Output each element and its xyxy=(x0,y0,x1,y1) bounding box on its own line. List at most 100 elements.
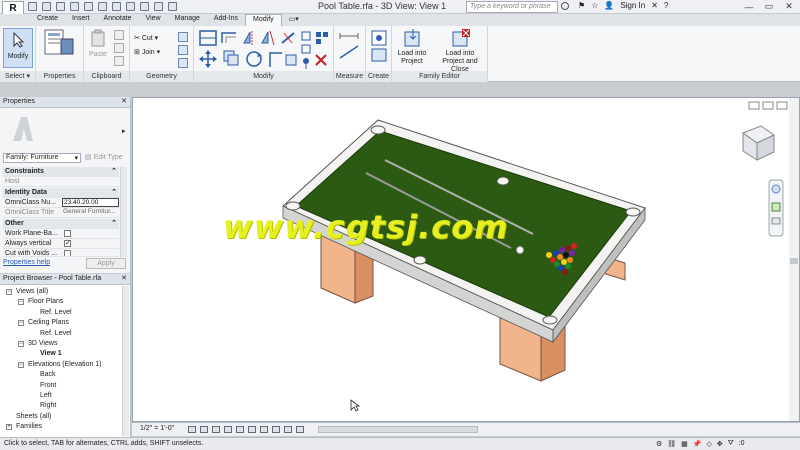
offset-icon[interactable] xyxy=(221,32,236,43)
cut-clipboard-icon[interactable] xyxy=(114,43,124,53)
save-icon[interactable] xyxy=(42,2,51,11)
scale-icon[interactable] xyxy=(301,31,311,54)
cut-geometry-button[interactable]: ✂ Cut ▾ xyxy=(134,34,158,42)
join-geometry-button[interactable]: ⊞ Join ▾ xyxy=(134,48,160,56)
view-cube[interactable] xyxy=(741,125,775,161)
shadows-icon[interactable] xyxy=(224,426,232,433)
detail-level-icon[interactable] xyxy=(188,426,196,433)
help-icon[interactable]: ? xyxy=(664,1,668,10)
omniclass-number-field[interactable]: 23.40.20.00 xyxy=(62,198,119,207)
maximize-button[interactable]: ▭ xyxy=(760,0,778,13)
tree-item[interactable]: View 1 xyxy=(40,350,62,357)
trim-icon[interactable] xyxy=(269,52,282,67)
lock-view-icon[interactable] xyxy=(272,426,280,433)
tree-item[interactable]: 3D Views xyxy=(28,340,57,347)
drag-elements-icon[interactable]: ✥ xyxy=(717,440,723,448)
visual-style-icon[interactable] xyxy=(200,426,208,433)
select-links-icon[interactable]: ⛓ xyxy=(667,440,676,448)
category-identity-data[interactable]: Identity Data ⌃ xyxy=(3,188,119,198)
browser-scrollbar[interactable] xyxy=(122,286,129,436)
select-pinned-icon[interactable]: 📌 xyxy=(693,440,702,448)
crop-view-icon[interactable] xyxy=(248,426,256,433)
tab-insert[interactable]: Insert xyxy=(65,14,97,26)
tab-options-dropdown[interactable]: ▭▾ xyxy=(282,14,306,26)
properties-help-link[interactable]: Properties help xyxy=(3,259,50,266)
modify-button[interactable]: Modify xyxy=(3,28,33,68)
load-into-project-button[interactable]: Load into Project xyxy=(394,27,430,69)
delete-icon[interactable] xyxy=(315,54,327,66)
tab-view[interactable]: View xyxy=(139,14,168,26)
move-icon[interactable] xyxy=(199,50,217,68)
sign-in-link[interactable]: Sign In xyxy=(620,1,645,10)
type-scroll-icon[interactable]: ▸ xyxy=(122,127,126,135)
tree-item[interactable]: Families xyxy=(16,423,42,430)
mirror-draw-icon[interactable] xyxy=(261,30,275,46)
tree-expander[interactable]: − xyxy=(18,361,24,368)
close-properties-icon[interactable]: ✕ xyxy=(121,97,127,105)
category-constraints[interactable]: Constraints ⌃ xyxy=(3,167,119,177)
tab-manage[interactable]: Manage xyxy=(168,14,207,26)
close-button[interactable]: ✕ xyxy=(780,0,798,13)
show-crop-icon[interactable] xyxy=(260,426,268,433)
tab-modify[interactable]: Modify xyxy=(245,14,282,26)
tree-expander[interactable]: − xyxy=(18,299,24,306)
tree-item[interactable]: Views (all) xyxy=(16,288,48,295)
3d-view-icon[interactable] xyxy=(126,2,135,11)
paint-icon[interactable] xyxy=(178,45,188,55)
tree-expander[interactable]: + xyxy=(6,424,12,431)
print-icon[interactable] xyxy=(84,2,93,11)
undo-icon[interactable] xyxy=(56,2,65,11)
tree-item[interactable]: Sheets (all) xyxy=(16,413,51,420)
split-face-icon[interactable] xyxy=(178,32,188,42)
select-panel-label[interactable]: Select ▾ xyxy=(0,71,35,82)
exchange-icon[interactable]: ✕ xyxy=(651,1,658,10)
horizontal-scrollbar[interactable] xyxy=(318,426,478,433)
category-other[interactable]: Other ⌃ xyxy=(3,219,119,229)
subscription-icon[interactable]: ⚑ xyxy=(578,1,585,10)
rotate-icon[interactable] xyxy=(246,51,262,67)
select-underlay-icon[interactable]: ▦ xyxy=(681,440,688,448)
wall-join-icon[interactable] xyxy=(178,58,188,68)
tree-expander[interactable]: − xyxy=(6,289,12,295)
search-icon[interactable] xyxy=(561,2,569,10)
pin-icon[interactable] xyxy=(303,58,309,69)
properties-icon[interactable] xyxy=(44,29,74,57)
always-vertical-checkbox[interactable]: ✓ xyxy=(64,240,71,247)
select-by-face-icon[interactable]: ◇ xyxy=(707,440,712,448)
pool-table-model[interactable] xyxy=(133,98,800,423)
cut-voids-checkbox[interactable] xyxy=(64,250,71,256)
tree-item[interactable]: Elevations (Elevation 1) xyxy=(28,361,102,368)
close-views-icon[interactable] xyxy=(168,2,177,11)
view-scale[interactable]: 1/2" = 1'-0" xyxy=(140,425,174,432)
mirror-axis-icon[interactable] xyxy=(243,31,253,45)
thin-lines-icon[interactable] xyxy=(154,2,163,11)
redo-icon[interactable] xyxy=(70,2,79,11)
tab-annotate[interactable]: Annotate xyxy=(97,14,139,26)
search-input[interactable]: Type a keyword or phrase xyxy=(466,1,558,13)
reveal-hidden-icon[interactable] xyxy=(296,426,304,433)
align-icon[interactable] xyxy=(199,30,217,46)
favorites-icon[interactable]: ☆ xyxy=(591,1,598,10)
close-browser-icon[interactable]: ✕ xyxy=(121,274,127,282)
properties-scrollbar[interactable] xyxy=(120,167,127,257)
measure-tools-icon[interactable] xyxy=(338,32,362,62)
text-icon[interactable] xyxy=(112,2,121,11)
3d-viewport[interactable]: www.cgtsj.com xyxy=(132,97,800,422)
match-properties-icon[interactable] xyxy=(114,56,124,66)
worksharing-icon[interactable]: ⚙ xyxy=(656,440,662,448)
tree-item[interactable]: Ref. Level xyxy=(40,330,72,337)
open-icon[interactable] xyxy=(28,2,37,11)
tree-item[interactable]: Left xyxy=(40,392,52,399)
edit-type-button[interactable]: ▤ Edit Type xyxy=(85,153,123,161)
unpin-icon[interactable] xyxy=(285,54,297,66)
temporary-hide-icon[interactable] xyxy=(284,426,292,433)
measure-icon[interactable] xyxy=(98,2,107,11)
section-icon[interactable] xyxy=(140,2,149,11)
array-icon[interactable] xyxy=(316,32,328,44)
apply-button[interactable]: Apply xyxy=(86,258,126,269)
type-selector-dropdown[interactable]: Family: Furniture ▾ xyxy=(3,153,81,163)
tree-item[interactable]: Floor Plans xyxy=(28,298,63,305)
tree-item[interactable]: Front xyxy=(40,382,56,389)
tree-expander[interactable]: − xyxy=(18,320,24,327)
copy-tool-icon[interactable] xyxy=(223,50,239,66)
